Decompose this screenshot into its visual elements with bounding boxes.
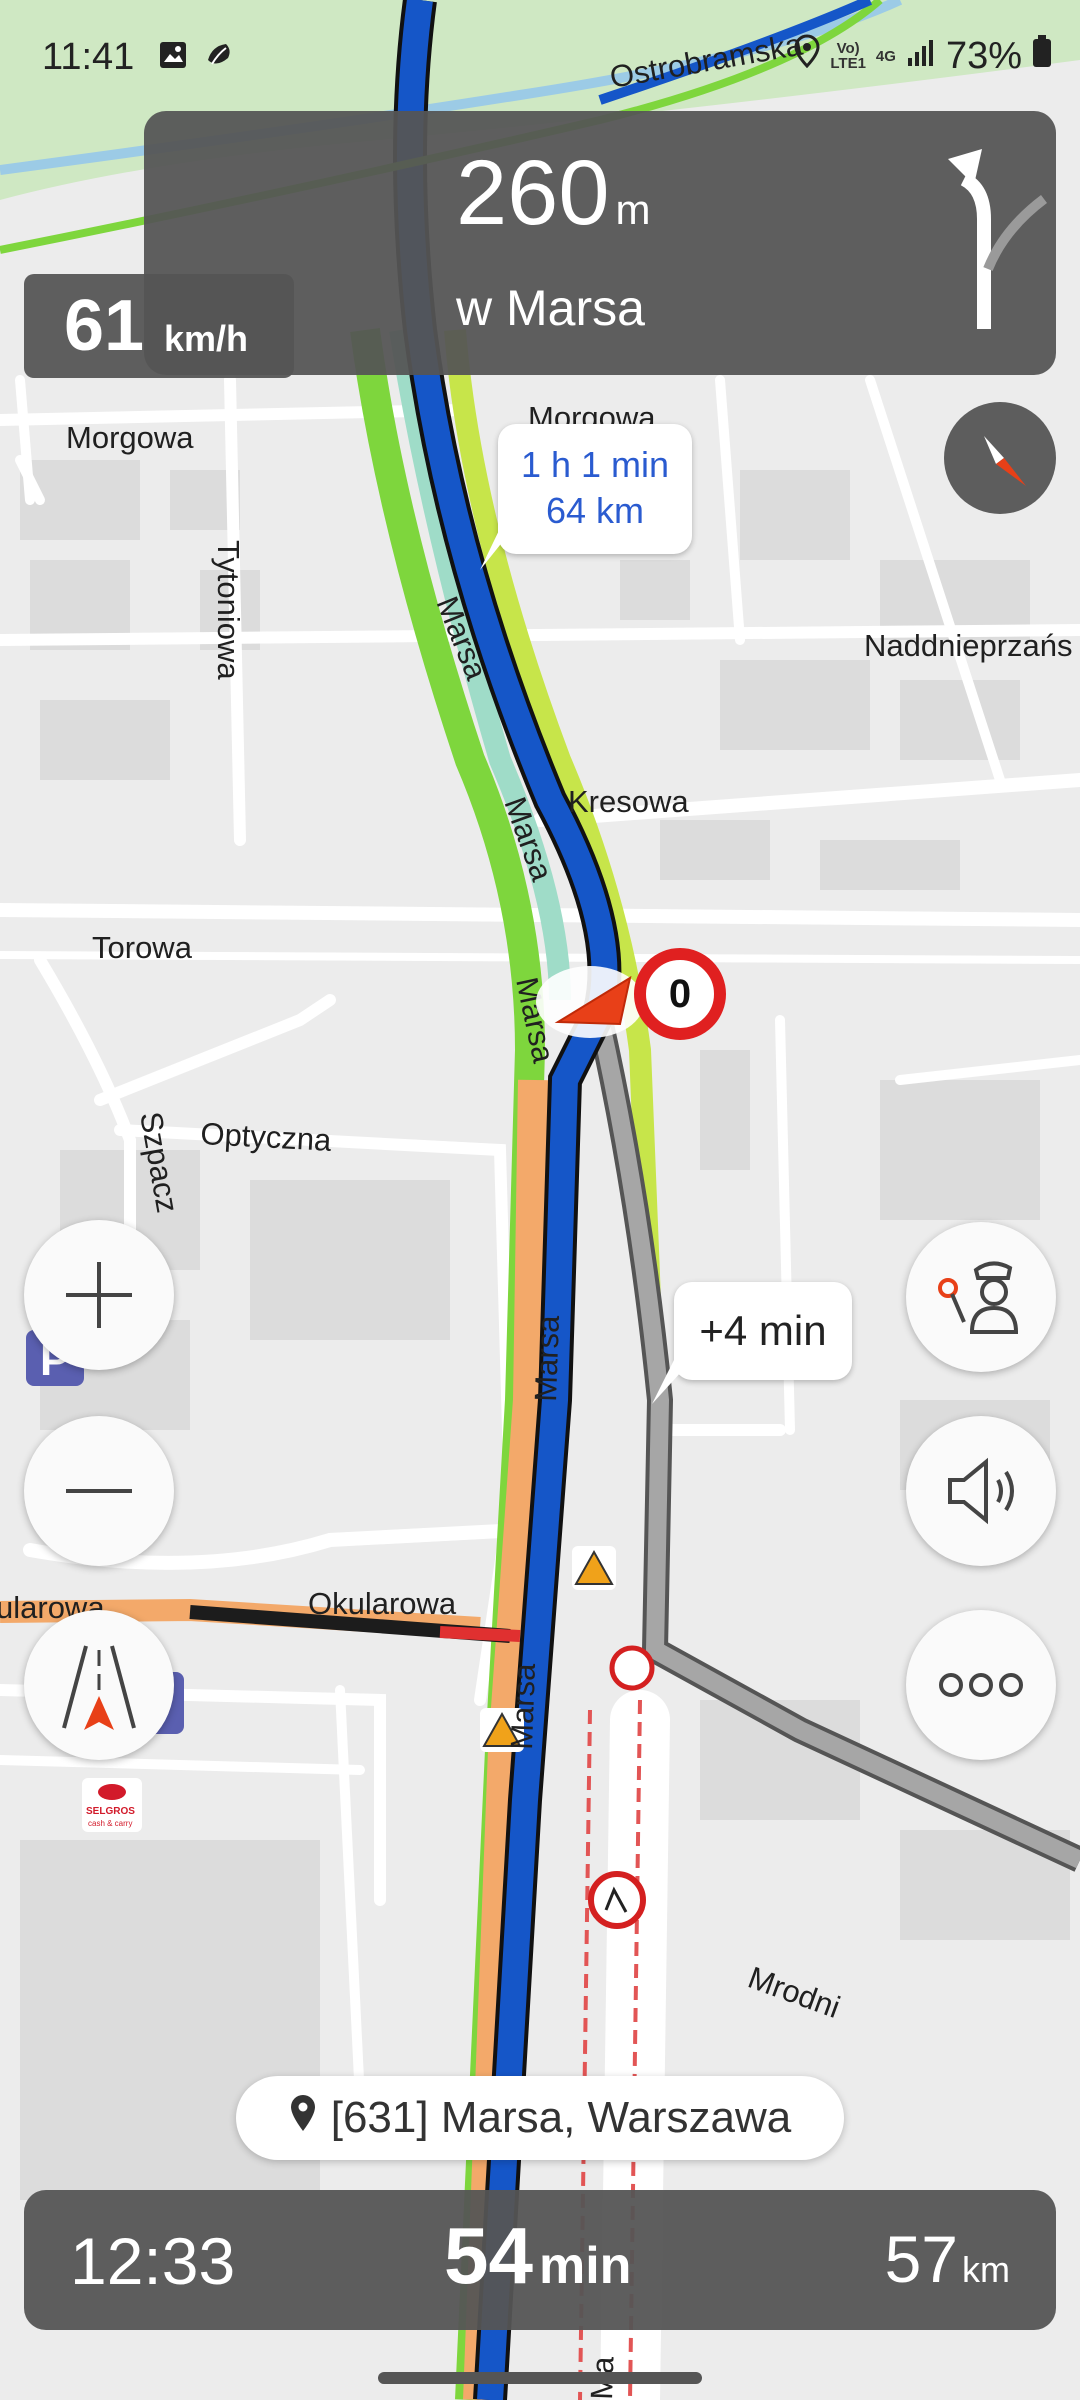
street-label-marsa-5: Marsa <box>504 1662 542 1750</box>
bubble-pointer-2 <box>652 1360 692 1404</box>
arrival-time: 12:33 <box>70 2224 236 2298</box>
view-mode-button[interactable] <box>24 1610 174 1760</box>
zoom-out-button[interactable] <box>24 1416 174 1566</box>
turn-left-arrow-icon <box>944 139 1054 344</box>
home-indicator[interactable] <box>378 2372 702 2384</box>
vehicle-position-icon <box>536 966 644 1038</box>
compass-button[interactable] <box>944 402 1056 514</box>
speed-unit: km/h <box>164 318 249 359</box>
remaining-distance: 57 km <box>884 2222 1010 2296</box>
report-button[interactable] <box>906 1222 1056 1372</box>
zoom-in-icon <box>66 1262 132 1328</box>
remaining-time: 54 min <box>444 2211 632 2300</box>
network-type: 4G <box>875 47 896 65</box>
location-pin-icon <box>794 34 820 78</box>
route-info-bubble[interactable]: 1 h 1 min 64 km <box>498 424 692 554</box>
sound-button[interactable] <box>906 1416 1056 1566</box>
selgros-logo: SELGROS cash & carry <box>82 1778 142 1832</box>
street-label-marsa-4: Marsa <box>528 1314 566 1402</box>
alternative-route-delta: +4 min <box>699 1307 827 1354</box>
street-label-naddnieprzanska: Naddnieprzańs <box>864 628 1073 663</box>
status-bar: 11:41 Vo) LTE1 4G 73% <box>0 0 1080 118</box>
speed-value: 61 <box>64 286 145 366</box>
zoom-in-button[interactable] <box>24 1220 174 1370</box>
more-button[interactable] <box>906 1610 1056 1760</box>
destination-address-pill[interactable]: [631] Marsa, Warszawa <box>236 2076 844 2160</box>
current-speed: 61 km/h <box>24 274 294 378</box>
destination-address: [631] Marsa, Warszawa <box>330 2093 792 2142</box>
road-perspective-icon <box>62 1645 136 1730</box>
image-icon <box>158 40 188 77</box>
signal-icon <box>906 35 936 78</box>
route-distance: 64 km <box>545 490 645 531</box>
no-entry-works-icon <box>588 1871 646 1929</box>
street-label-kresowa: Kresowa <box>568 784 689 819</box>
street-label-torowa: Torowa <box>92 930 193 965</box>
no-entry-sign-small <box>609 1645 655 1691</box>
more-icon <box>939 1673 1023 1697</box>
volte-indicator: Vo) LTE1 <box>830 40 866 72</box>
maneuver-street: w Marsa <box>456 280 645 336</box>
svg-text:cash & carry: cash & carry <box>88 1819 132 1828</box>
status-time: 11:41 <box>42 36 135 78</box>
battery-percent: 73% <box>945 34 1022 77</box>
moon-leaf-icon <box>202 40 234 77</box>
street-label-okularowa: Okularowa <box>308 1586 457 1621</box>
location-pin-icon <box>289 2093 317 2144</box>
street-label-tytoniowa: Tytoniowa <box>211 540 246 680</box>
svg-text:SELGROS: SELGROS <box>86 1806 135 1817</box>
road-work-icon <box>572 1546 616 1590</box>
street-label-optyczna: Optyczna <box>200 1116 333 1158</box>
zoom-out-icon <box>66 1489 132 1493</box>
route-time: 1 h 1 min <box>520 444 670 485</box>
street-label-morgowa: Morgowa <box>66 420 194 455</box>
battery-icon <box>1032 34 1052 78</box>
alternative-route-bubble[interactable]: +4 min <box>674 1282 852 1380</box>
bubble-pointer <box>480 520 520 570</box>
speaker-icon <box>948 1457 1014 1525</box>
maneuver-distance: 260 m <box>456 142 651 244</box>
compass-icon <box>984 436 1026 486</box>
speed-limit-sign: 0 <box>634 948 726 1040</box>
trip-summary-bar[interactable]: 12:33 54 min 57 km <box>24 2190 1056 2330</box>
traffic-officer-icon <box>938 1261 1019 1334</box>
